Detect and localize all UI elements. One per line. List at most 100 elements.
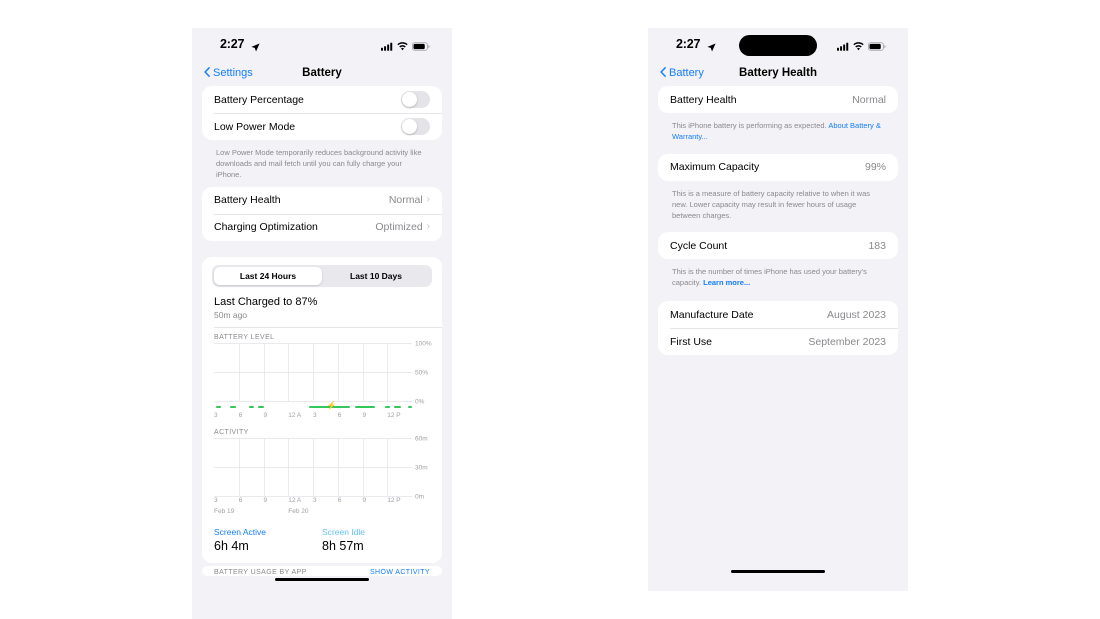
x-tick-label: 12 A — [288, 496, 302, 504]
chart-flex: 0% 50% 100% — [214, 340, 434, 405]
row-value: August 2023 — [827, 308, 886, 321]
battery-level-chart[interactable]: 0% 50% 100% ⚡ 3 6 9 12 A 3 6 9 12 P — [202, 340, 442, 423]
x-tick-label: 9 — [263, 496, 268, 504]
row-battery-health: Battery Health Normal — [658, 86, 898, 113]
learn-more-link[interactable]: Learn more... — [703, 278, 750, 287]
charging-segment — [408, 405, 412, 409]
battery-level-bars — [214, 344, 412, 402]
dynamic-island — [739, 35, 817, 56]
nav-bar-left: Settings Battery — [192, 60, 452, 86]
activity-x-axis: 3 6 9 12 A 3 6 9 12 P — [214, 497, 412, 508]
row-charging-optimization[interactable]: Charging Optimization Optimized › — [202, 213, 442, 241]
activity-day-labels: Feb 19 Feb 20 — [214, 508, 412, 519]
maximum-capacity-description: This is a measure of battery capacity re… — [672, 188, 871, 220]
charging-segment — [248, 405, 255, 409]
maximum-capacity-card: Maximum Capacity 99% — [658, 153, 898, 181]
location-arrow-icon — [251, 39, 260, 57]
wifi-icon — [853, 38, 864, 56]
row-label: Battery Health — [214, 194, 281, 207]
segmented-track: Last 24 Hours Last 10 Days — [212, 264, 432, 287]
row-battery-health[interactable]: Battery Health Normal › — [202, 187, 442, 214]
x-tick-label: 6 — [238, 411, 243, 419]
row-low-power-mode[interactable]: Low Power Mode — [202, 113, 442, 140]
toggle-knob — [402, 119, 417, 134]
x-tick-label: 3 — [313, 411, 317, 419]
day-label: Feb 20 — [288, 507, 309, 515]
time-range-segmented-control[interactable]: Last 24 Hours Last 10 Days — [202, 257, 442, 291]
battery-icon — [412, 38, 430, 56]
status-time: 2:27 — [220, 37, 245, 51]
charging-segment — [355, 405, 376, 409]
battery-percentage-toggle[interactable] — [401, 91, 430, 108]
chevron-left-icon — [204, 66, 210, 80]
battery-usage-card: Last 24 Hours Last 10 Days Last Charged … — [202, 256, 442, 563]
status-bar-left: 2:27 — [192, 28, 452, 60]
row-value: September 2023 — [808, 335, 886, 348]
nav-bar-right: Battery Battery Health — [648, 60, 908, 86]
charging-segment — [393, 405, 401, 409]
back-button-battery[interactable]: Battery — [660, 60, 704, 86]
row-value: Optimized — [375, 221, 423, 234]
home-indicator — [731, 569, 825, 573]
row-label: Battery Percentage — [214, 93, 304, 106]
screen-idle-column: Screen Idle 8h 57m — [322, 527, 430, 553]
screen-active-label: Screen Active — [214, 526, 266, 537]
x-tick-label: 3 — [214, 496, 218, 504]
x-tick-label: 9 — [263, 411, 268, 419]
battery-icon — [868, 38, 886, 56]
row-label: First Use — [670, 335, 712, 348]
status-icons-left — [381, 38, 430, 56]
back-button-settings[interactable]: Settings — [204, 60, 253, 86]
location-arrow-icon — [707, 39, 716, 57]
y-tick-label: 0m — [415, 493, 425, 501]
row-battery-percentage[interactable]: Battery Percentage — [202, 86, 442, 113]
activity-chart-header: ACTIVITY — [214, 428, 249, 436]
row-label: Low Power Mode — [214, 120, 296, 133]
x-tick-label: 6 — [238, 496, 243, 504]
row-first-use: First Use September 2023 — [658, 328, 898, 355]
activity-chart[interactable]: 0m 30m 60m 3 6 9 12 A 3 6 9 12 P Feb 19 Feb 20 — [202, 435, 442, 519]
last-charged-title: Last Charged to 87% — [214, 295, 318, 308]
footnote-text: This iPhone battery is performing as exp… — [672, 121, 829, 130]
activity-y-axis: 0m 30m 60m — [412, 435, 434, 501]
settings-content: Battery Percentage Low Power Mode Low Po… — [192, 86, 452, 576]
iphone-battery-health-screen: 2:27 Battery Battery Health Battery Heal… — [648, 28, 908, 591]
screen-active-column: Screen Active 6h 4m — [214, 527, 322, 553]
activity-x-axis-row: 3 6 9 12 A 3 6 9 12 P — [214, 497, 434, 508]
cycle-count-description: This is the number of times iPhone has u… — [658, 262, 898, 297]
charging-bolt-icon: ⚡ — [326, 400, 337, 410]
iphone-battery-settings-screen: 2:27 Settings Battery Battery Percentage… — [192, 28, 452, 619]
x-tick-label: 6 — [337, 496, 342, 504]
activity-bars — [214, 439, 412, 497]
back-button-label: Settings — [213, 67, 253, 79]
row-label: Charging Optimization — [214, 221, 318, 234]
row-label: Maximum Capacity — [670, 161, 760, 174]
row-label: Cycle Count — [670, 239, 728, 252]
row-cycle-count: Cycle Count 183 — [658, 232, 898, 259]
row-right: Optimized › — [375, 221, 430, 233]
charging-indicator-bar: ⚡ — [214, 400, 412, 412]
cellular-signal-icon — [837, 38, 849, 56]
row-label: Battery Health — [670, 93, 737, 106]
segment-last-10-days[interactable]: Last 10 Days — [322, 267, 430, 285]
battery-usage-by-app-row[interactable]: BATTERY USAGE BY APP SHOW ACTIVITY — [202, 566, 442, 576]
footnote-text: This is the number of times iPhone has u… — [672, 267, 867, 288]
x-tick-label: 3 — [214, 411, 218, 419]
status-bar-right: 2:27 — [648, 28, 908, 60]
y-tick-label: 30m — [415, 464, 428, 472]
battery-level-y-axis: 0% 50% 100% — [412, 340, 434, 405]
cycle-count-card: Cycle Count 183 — [658, 232, 898, 260]
chevron-right-icon: › — [426, 221, 430, 233]
screen-active-value: 6h 4m — [214, 538, 249, 553]
y-tick-label: 60m — [415, 435, 428, 443]
show-activity-button[interactable]: SHOW ACTIVITY — [370, 569, 430, 576]
low-power-mode-toggle[interactable] — [401, 118, 430, 135]
screen-idle-label: Screen Idle — [322, 526, 365, 537]
x-tick-label: 12 P — [387, 496, 401, 504]
battery-level-plot — [214, 342, 412, 402]
battery-health-card: Battery Health Normal › Charging Optimiz… — [202, 186, 442, 241]
y-tick-label: 100% — [415, 340, 432, 348]
activity-day-axis-row: Feb 19 Feb 20 — [214, 508, 434, 519]
segment-last-24-hours[interactable]: Last 24 Hours — [214, 266, 322, 285]
chevron-right-icon: › — [426, 194, 430, 206]
